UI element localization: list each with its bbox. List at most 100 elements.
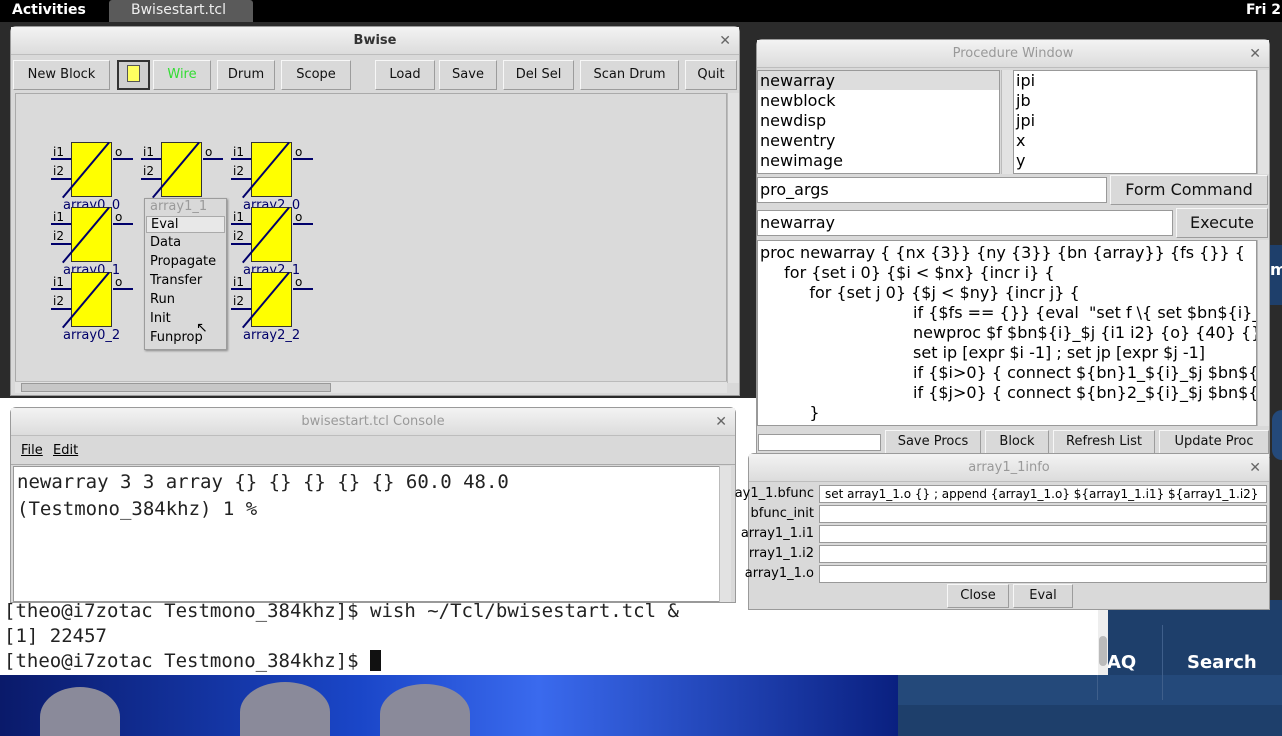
menu-file-label: File (21, 443, 43, 458)
photo-figure (40, 687, 120, 736)
block-canvas[interactable]: i1 i2 o array0_0 i1 i2 o i1 i2 o array2_0 i1 i2 o arra… (15, 93, 727, 383)
procedure-titlebar[interactable]: Procedure Window ✕ (757, 40, 1269, 68)
new-block-button[interactable]: New Block (13, 60, 110, 90)
context-menu-item-data[interactable]: Data (150, 235, 181, 250)
file-icon-button[interactable] (117, 60, 150, 90)
terminal-prompt[interactable]: [theo@i7zotac Testmono_384khz]$ (4, 650, 382, 672)
del-sel-button[interactable]: Del Sel (503, 60, 574, 90)
context-menu-item-funprop[interactable]: Funprop (150, 330, 203, 345)
close-icon[interactable]: ✕ (719, 27, 731, 55)
close-icon[interactable]: ✕ (1249, 40, 1261, 68)
context-menu-item-eval[interactable]: Eval (146, 216, 225, 233)
task-tab[interactable]: Bwisestart.tcl (109, 0, 253, 22)
canvas-vscrollbar[interactable] (727, 93, 739, 383)
block-array2_1[interactable] (242, 206, 292, 264)
quit-button[interactable]: Quit (685, 60, 737, 90)
scroll-thumb[interactable] (1099, 636, 1107, 666)
procedure-list-scrollbar[interactable] (1001, 70, 1013, 174)
load-button[interactable]: Load (375, 60, 435, 90)
clock[interactable]: Fri 2 (1246, 2, 1281, 18)
context-menu-item-run[interactable]: Run (150, 292, 175, 307)
terminal-line: [theo@i7zotac Testmono_384khz]$ wish ~/T… (4, 600, 679, 622)
variable-list-item[interactable]: jb (1016, 91, 1031, 110)
block-array1_1[interactable] (152, 141, 202, 199)
procedure-list-item[interactable]: newdisp (760, 111, 826, 130)
activities-button[interactable]: Activities (12, 2, 86, 18)
input-pin-2 (231, 243, 251, 245)
variable-list-item[interactable]: y (1016, 151, 1025, 170)
args-entry[interactable]: pro_args (757, 177, 1107, 203)
variable-list-item[interactable]: x (1016, 131, 1025, 150)
menu-edit[interactable]: Edit (53, 443, 78, 458)
search-link[interactable]: Search (1187, 652, 1257, 673)
update-proc-button[interactable]: Update Proc (1159, 430, 1269, 454)
close-icon[interactable]: ✕ (715, 408, 727, 436)
context-menu-item-init[interactable]: Init (150, 311, 171, 326)
console-window: bwisestart.tcl Console ✕ File Edit newar… (10, 407, 736, 603)
faq-link[interactable]: AQ (1107, 652, 1136, 673)
block-array0_2[interactable] (62, 271, 112, 329)
console-scrollbar[interactable] (719, 466, 731, 602)
block-button[interactable]: Block (985, 430, 1049, 454)
close-button[interactable]: Close (947, 584, 1009, 608)
info-field[interactable] (819, 505, 1267, 523)
eval-button[interactable]: Eval (1013, 584, 1073, 608)
procedure-list[interactable]: newarray newblock newdisp newentry newimage (757, 70, 1000, 174)
block-array2_2[interactable] (242, 271, 292, 329)
info-field[interactable]: set array1_1.o {} ; append {array1_1.o} … (819, 485, 1267, 503)
menu-edit-label: Edit (53, 443, 79, 458)
context-menu-item-transfer[interactable]: Transfer (150, 273, 202, 288)
refresh-list-button[interactable]: Refresh List (1053, 430, 1155, 454)
info-field[interactable] (819, 525, 1267, 543)
code-scrollbar[interactable] (1257, 240, 1269, 426)
block-array0_0[interactable] (62, 141, 112, 199)
photo-figure (240, 682, 330, 736)
variable-list-item[interactable]: jpi (1016, 111, 1035, 130)
procedure-list-item[interactable]: newblock (760, 91, 836, 110)
command-entry[interactable]: newarray (757, 210, 1173, 236)
block-array0_1[interactable] (62, 206, 112, 264)
variable-list[interactable]: ipi jb jpi x y (1013, 70, 1257, 174)
variable-list-scrollbar[interactable] (1257, 70, 1269, 174)
info-field[interactable] (819, 565, 1267, 583)
form-command-button[interactable]: Form Command (1110, 175, 1268, 205)
code-line: proc newarray { {nx {3}} {ny {3}} {bn {a… (760, 243, 1245, 262)
execute-button[interactable]: Execute (1176, 208, 1268, 238)
block-name-label: array2_2 (243, 328, 301, 343)
mouse-pointer-icon: ↖ (196, 320, 208, 336)
info-field[interactable] (819, 545, 1267, 563)
input-pin-2 (231, 308, 251, 310)
save-button[interactable]: Save (439, 60, 497, 90)
menu-file[interactable]: File (21, 443, 43, 458)
code-line: if {$j>0} { connect ${bn}2_${i}_$j $bn${… (852, 383, 1257, 402)
context-menu-item-propagate[interactable]: Propagate (150, 254, 216, 269)
code-editor[interactable]: proc newarray { {nx {3}} {ny {3}} {bn {a… (757, 240, 1257, 426)
search-field[interactable] (758, 434, 881, 451)
scope-button[interactable]: Scope (281, 60, 351, 90)
pin-label-i1: i1 (143, 145, 154, 159)
edge-text: m (1270, 260, 1282, 279)
block-wire (242, 206, 290, 264)
wire-button[interactable]: Wire (153, 60, 211, 90)
code-line: set ip [expr $i -1] ; set jp [expr $j -1… (852, 343, 1206, 362)
procedure-list-item[interactable]: newarray (758, 71, 999, 90)
variable-list-item[interactable]: ipi (1016, 71, 1035, 90)
scan-drum-button[interactable]: Scan Drum (580, 60, 679, 90)
canvas-hscrollbar[interactable] (15, 381, 727, 393)
drum-button[interactable]: Drum (217, 60, 275, 90)
console-titlebar[interactable]: bwisestart.tcl Console ✕ (11, 408, 735, 436)
console-text[interactable]: newarray 3 3 array {} {} {} {} {} 60.0 4… (13, 466, 721, 602)
info-label: bfunc_init (750, 506, 814, 521)
input-pin-2 (51, 243, 71, 245)
block-array2_0[interactable] (242, 141, 292, 199)
block-wire (62, 206, 110, 264)
save-procs-button[interactable]: Save Procs (885, 430, 981, 454)
procedure-list-item[interactable]: newentry (760, 131, 835, 150)
scroll-thumb[interactable] (21, 383, 331, 392)
close-icon[interactable]: ✕ (1249, 454, 1261, 482)
info-titlebar[interactable]: array1_1info ✕ (749, 454, 1269, 482)
background-photo (0, 672, 898, 736)
procedure-list-item[interactable]: newimage (760, 151, 843, 170)
bwise-titlebar[interactable]: Bwise ✕ (11, 27, 739, 55)
code-line: } (789, 403, 820, 422)
